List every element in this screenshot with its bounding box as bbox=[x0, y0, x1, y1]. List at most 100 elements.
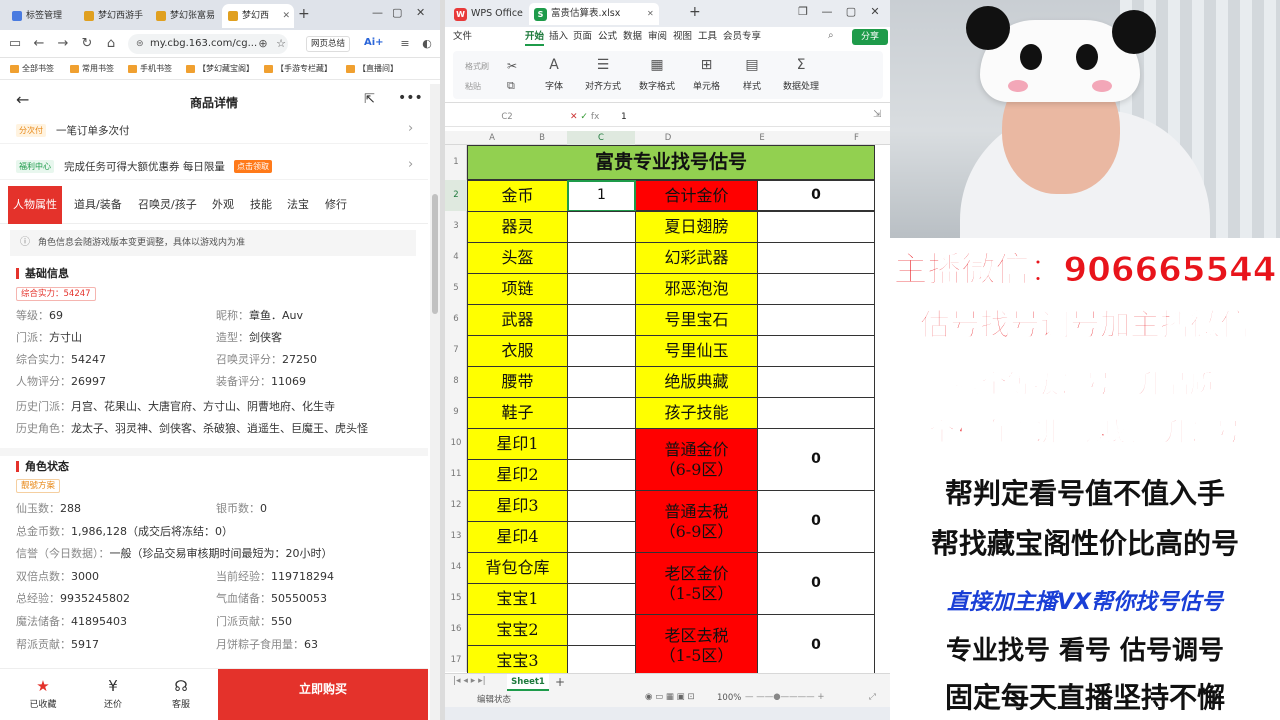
expand-icon[interactable]: ⇲ bbox=[873, 109, 881, 120]
page-summary-button[interactable]: 网页总结 bbox=[306, 36, 351, 52]
row-header-11[interactable]: 11 bbox=[445, 459, 467, 490]
input-cell[interactable] bbox=[567, 211, 636, 243]
browser-tab-active[interactable]: 梦幻西 ✕ bbox=[222, 4, 294, 28]
input-cell[interactable] bbox=[567, 521, 636, 553]
price-value-cell[interactable]: 0 bbox=[757, 490, 875, 553]
bookmark-star-icon[interactable]: ☆ bbox=[272, 35, 290, 53]
item-cell[interactable]: 邪恶泡泡 bbox=[635, 273, 758, 305]
favorite-button[interactable]: ★ 已收藏 bbox=[16, 669, 70, 720]
label-cell[interactable]: 武器 bbox=[467, 304, 568, 336]
service-button[interactable]: ☊ 客服 bbox=[154, 669, 208, 720]
menu-data[interactable]: 数据 bbox=[623, 30, 642, 44]
column-header-b[interactable]: B bbox=[517, 131, 567, 145]
input-cell[interactable] bbox=[567, 614, 636, 646]
price-label-cell[interactable]: 普通去税 （6-9区） bbox=[635, 490, 758, 553]
wps-file-tab[interactable]: S 富贵估算表.xlsx ✕ bbox=[529, 3, 659, 25]
label-cell[interactable]: 背包仓库 bbox=[467, 552, 568, 584]
input-cell[interactable] bbox=[567, 397, 636, 429]
column-header-e[interactable]: E bbox=[701, 131, 823, 145]
browser-tab[interactable]: 梦幻张富易 bbox=[150, 4, 222, 28]
menu-file[interactable]: 文件 bbox=[453, 30, 472, 44]
input-cell[interactable] bbox=[567, 428, 636, 460]
home-icon[interactable]: ⌂ bbox=[102, 35, 120, 53]
sidebar-toggle-icon[interactable]: ▭ bbox=[6, 35, 24, 53]
row-header-9[interactable]: 9 bbox=[445, 397, 467, 428]
label-cell[interactable]: 衣服 bbox=[467, 335, 568, 367]
tab-close-icon[interactable]: ✕ bbox=[647, 3, 654, 25]
confirm-icon[interactable]: ✓ bbox=[580, 112, 588, 122]
tab-items-equipment[interactable]: 道具/装备 bbox=[74, 186, 122, 224]
tab-skills[interactable]: 技能 bbox=[250, 186, 272, 224]
maximize-icon[interactable]: ▢ bbox=[392, 6, 402, 19]
menu-tools[interactable]: 工具 bbox=[698, 30, 717, 44]
menu-icon[interactable]: ≡ bbox=[396, 35, 414, 53]
zoom-icon[interactable]: ⊕ bbox=[254, 35, 272, 53]
bookmark-item[interactable]: 手机书签 bbox=[126, 62, 172, 76]
menu-page[interactable]: 页面 bbox=[573, 30, 592, 44]
input-cell[interactable] bbox=[567, 490, 636, 522]
item-cell[interactable]: 绝版典藏 bbox=[635, 366, 758, 398]
cancel-icon[interactable]: ✕ bbox=[570, 112, 578, 122]
row-header-2[interactable]: 2 bbox=[445, 180, 467, 211]
more-icon[interactable]: ••• bbox=[398, 90, 423, 106]
item-cell[interactable]: 号里仙玉 bbox=[635, 335, 758, 367]
item-cell[interactable]: 号里宝石 bbox=[635, 304, 758, 336]
paste-button[interactable]: 粘贴 bbox=[465, 81, 481, 92]
price-label-cell[interactable]: 老区金价 （1-5区） bbox=[635, 552, 758, 615]
browser-tab[interactable]: 梦幻西游手 bbox=[78, 4, 150, 28]
formula-input[interactable]: 1 bbox=[621, 109, 627, 125]
view-icons[interactable]: ◉ ▭ ▦ ▣ ⊡ bbox=[645, 692, 694, 702]
align-button[interactable]: ☰ 对齐方式 bbox=[585, 57, 621, 92]
item-value-cell[interactable] bbox=[757, 273, 875, 305]
item-value-cell[interactable] bbox=[757, 366, 875, 398]
label-cell[interactable]: 星印3 bbox=[467, 490, 568, 522]
data-process-button[interactable]: Σ 数据处理 bbox=[783, 57, 819, 92]
total-label-cell[interactable]: 合计金价 bbox=[635, 180, 758, 211]
label-cell[interactable]: 星印2 bbox=[467, 459, 568, 491]
active-input-cell[interactable]: 1 bbox=[567, 180, 636, 212]
row-header-16[interactable]: 16 bbox=[445, 614, 467, 645]
welfare-row[interactable]: 福利中心 完成任务可得大额优惠券 每日限量 点击领取 › bbox=[0, 154, 428, 180]
total-value-cell[interactable]: 0 bbox=[757, 180, 875, 211]
bookmark-item[interactable]: 【梦幻藏宝阁】 bbox=[184, 62, 254, 76]
menu-home[interactable]: 开始 bbox=[525, 30, 545, 46]
column-header-f[interactable]: F bbox=[823, 131, 890, 145]
number-format-button[interactable]: ▦ 数字格式 bbox=[639, 57, 675, 92]
label-cell[interactable]: 腰带 bbox=[467, 366, 568, 398]
label-cell[interactable]: 宝宝2 bbox=[467, 614, 568, 646]
item-value-cell[interactable] bbox=[757, 242, 875, 274]
input-cell[interactable] bbox=[567, 304, 636, 336]
tab-treasures[interactable]: 法宝 bbox=[287, 186, 309, 224]
column-header-d[interactable]: D bbox=[635, 131, 701, 145]
price-label-cell[interactable]: 老区去税 （1-5区） bbox=[635, 614, 758, 677]
sheet-tab[interactable]: Sheet1 bbox=[507, 674, 549, 691]
item-value-cell[interactable] bbox=[757, 397, 875, 429]
menu-insert[interactable]: 插入 bbox=[549, 30, 568, 44]
scrollbar-thumb[interactable] bbox=[432, 194, 438, 314]
row-header-17[interactable]: 17 bbox=[445, 645, 467, 676]
welfare-badge[interactable]: 点击领取 bbox=[234, 160, 272, 173]
label-cell[interactable]: 鞋子 bbox=[467, 397, 568, 429]
menu-formula[interactable]: 公式 bbox=[598, 30, 617, 44]
search-icon[interactable]: ⌕ bbox=[828, 30, 834, 41]
style-button[interactable]: ▤ 样式 bbox=[743, 57, 761, 92]
input-cell[interactable] bbox=[567, 273, 636, 305]
row-header-5[interactable]: 5 bbox=[445, 273, 467, 304]
bookmark-item[interactable]: 常用书签 bbox=[68, 62, 114, 76]
cell-reference-box[interactable]: C2 bbox=[453, 109, 561, 125]
bargain-button[interactable]: ¥ 还价 bbox=[86, 669, 140, 720]
font-button[interactable]: A 字体 bbox=[545, 57, 563, 92]
input-cell[interactable] bbox=[567, 366, 636, 398]
reload-icon[interactable]: ↻ bbox=[78, 35, 96, 53]
item-value-cell[interactable] bbox=[757, 211, 875, 243]
item-value-cell[interactable] bbox=[757, 304, 875, 336]
label-cell[interactable]: 星印1 bbox=[467, 428, 568, 460]
zoom-slider[interactable]: — ——●———— + bbox=[745, 692, 824, 702]
sheet-nav-icons[interactable]: |◂ ◂ ▸ ▸| bbox=[453, 676, 486, 686]
price-value-cell[interactable]: 0 bbox=[757, 552, 875, 615]
tab-cultivation[interactable]: 修行 bbox=[325, 186, 347, 224]
input-cell[interactable] bbox=[567, 552, 636, 584]
price-value-cell[interactable]: 0 bbox=[757, 614, 875, 677]
label-cell[interactable]: 星印4 bbox=[467, 521, 568, 553]
page-scrollbar[interactable] bbox=[430, 84, 440, 720]
